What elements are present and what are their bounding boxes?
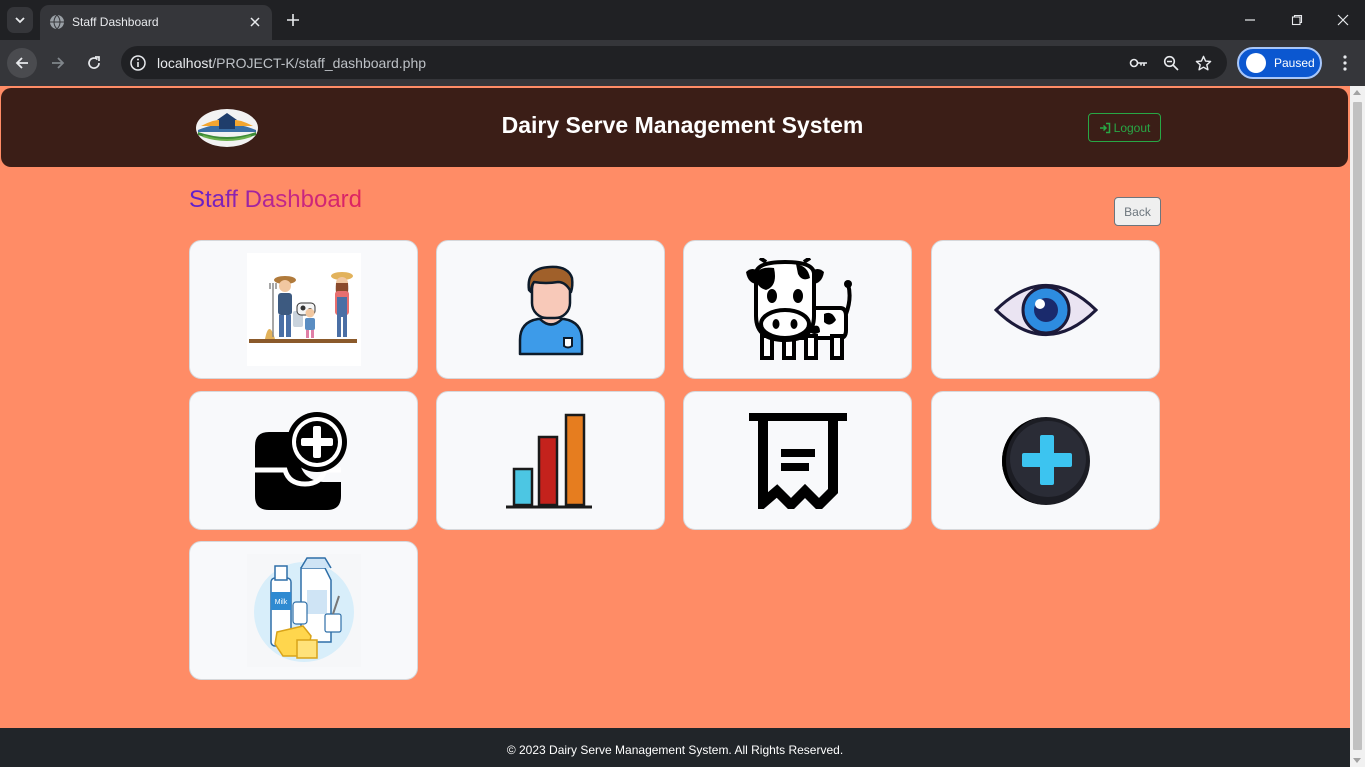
address-bar[interactable]: localhost/PROJECT-K/staff_dashboard.php [121, 46, 1227, 79]
profile-button[interactable]: Paused [1237, 47, 1322, 79]
cow-icon [745, 257, 852, 360]
browser-menu-button[interactable] [1335, 52, 1355, 74]
close-window-button[interactable] [1331, 8, 1355, 32]
plus-icon [287, 14, 299, 26]
dashboard-card-view[interactable] [931, 240, 1160, 379]
farmers-family-illustration-icon [246, 253, 361, 366]
avatar [1246, 53, 1266, 73]
logout-button[interactable]: Logout [1088, 113, 1161, 142]
reload-button[interactable] [79, 48, 109, 78]
footer-copyright: © 2023 Dairy Serve Management System. Al… [506, 743, 844, 757]
minimize-button[interactable] [1238, 8, 1262, 32]
chevron-down-icon [15, 17, 25, 24]
reload-icon [88, 56, 100, 69]
site-footer: © 2023 Dairy Serve Management System. Al… [0, 728, 1350, 767]
dashboard-card-add[interactable] [931, 391, 1160, 530]
close-icon [250, 17, 260, 27]
dashboard-card-reports[interactable] [436, 391, 665, 530]
restore-button[interactable] [1285, 8, 1309, 32]
back-button[interactable]: Back [1114, 197, 1161, 226]
profile-status: Paused [1274, 56, 1315, 70]
minimize-icon [1245, 19, 1255, 21]
bar-chart-icon [505, 413, 592, 508]
dashboard-card-receipts[interactable] [683, 391, 912, 530]
arrow-right-icon [52, 57, 65, 69]
receipt-icon [748, 412, 847, 509]
dashboard-card-staff[interactable] [436, 240, 665, 379]
scroll-up-arrow-icon[interactable] [1353, 90, 1361, 95]
page-title: Staff Dashboard [189, 186, 363, 213]
close-icon [1337, 14, 1349, 26]
url-text[interactable]: localhost/PROJECT-K/staff_dashboard.php [157, 55, 426, 71]
eye-view-icon [993, 283, 1098, 336]
arrow-left-icon [15, 57, 28, 69]
star-icon [1195, 55, 1211, 70]
add-record-icon [254, 411, 347, 510]
browser-tab[interactable]: Staff Dashboard [40, 5, 272, 40]
tab-title: Staff Dashboard [72, 15, 159, 29]
more-vert-icon [1343, 55, 1347, 71]
key-icon [1129, 58, 1147, 68]
dairy-products-illustration-icon: Milk [246, 554, 361, 667]
dashboard-card-dairy-products[interactable]: Milk [189, 541, 418, 680]
scrollbar-thumb[interactable] [1353, 102, 1362, 750]
page-scrollbar[interactable] [1350, 86, 1365, 767]
logout-label: Logout [1113, 120, 1151, 135]
back-nav-button[interactable] [7, 48, 37, 78]
zoom-out-icon [1163, 55, 1179, 71]
tab-search-button[interactable] [7, 7, 33, 33]
password-key-button[interactable] [1129, 53, 1149, 73]
zoom-button[interactable] [1161, 53, 1181, 73]
sign-out-icon [1099, 122, 1110, 133]
browser-tab-bar: Staff Dashboard [0, 0, 1365, 40]
restore-icon [1291, 14, 1303, 26]
site-info-icon[interactable] [129, 54, 147, 72]
bookmark-button[interactable] [1193, 53, 1213, 73]
svg-text:Milk: Milk [274, 599, 287, 606]
new-tab-button[interactable] [283, 10, 303, 30]
globe-icon [50, 14, 64, 30]
dashboard-card-add-record[interactable] [189, 391, 418, 530]
page-viewport: Dairy Serve Management System Logout Sta… [0, 86, 1350, 767]
url-path: /PROJECT-K/staff_dashboard.php [212, 55, 427, 71]
dashboard-card-farmers[interactable] [189, 240, 418, 379]
site-header: Dairy Serve Management System Logout [1, 88, 1348, 167]
tab-close-button[interactable] [247, 14, 263, 30]
staff-user-icon [518, 265, 583, 355]
forward-nav-button[interactable] [43, 48, 73, 78]
browser-toolbar: localhost/PROJECT-K/staff_dashboard.php … [0, 40, 1365, 86]
url-host: localhost [157, 55, 213, 71]
dashboard-card-cattle[interactable] [683, 240, 912, 379]
scroll-down-arrow-icon[interactable] [1353, 758, 1361, 763]
plus-circle-icon [1001, 416, 1090, 505]
